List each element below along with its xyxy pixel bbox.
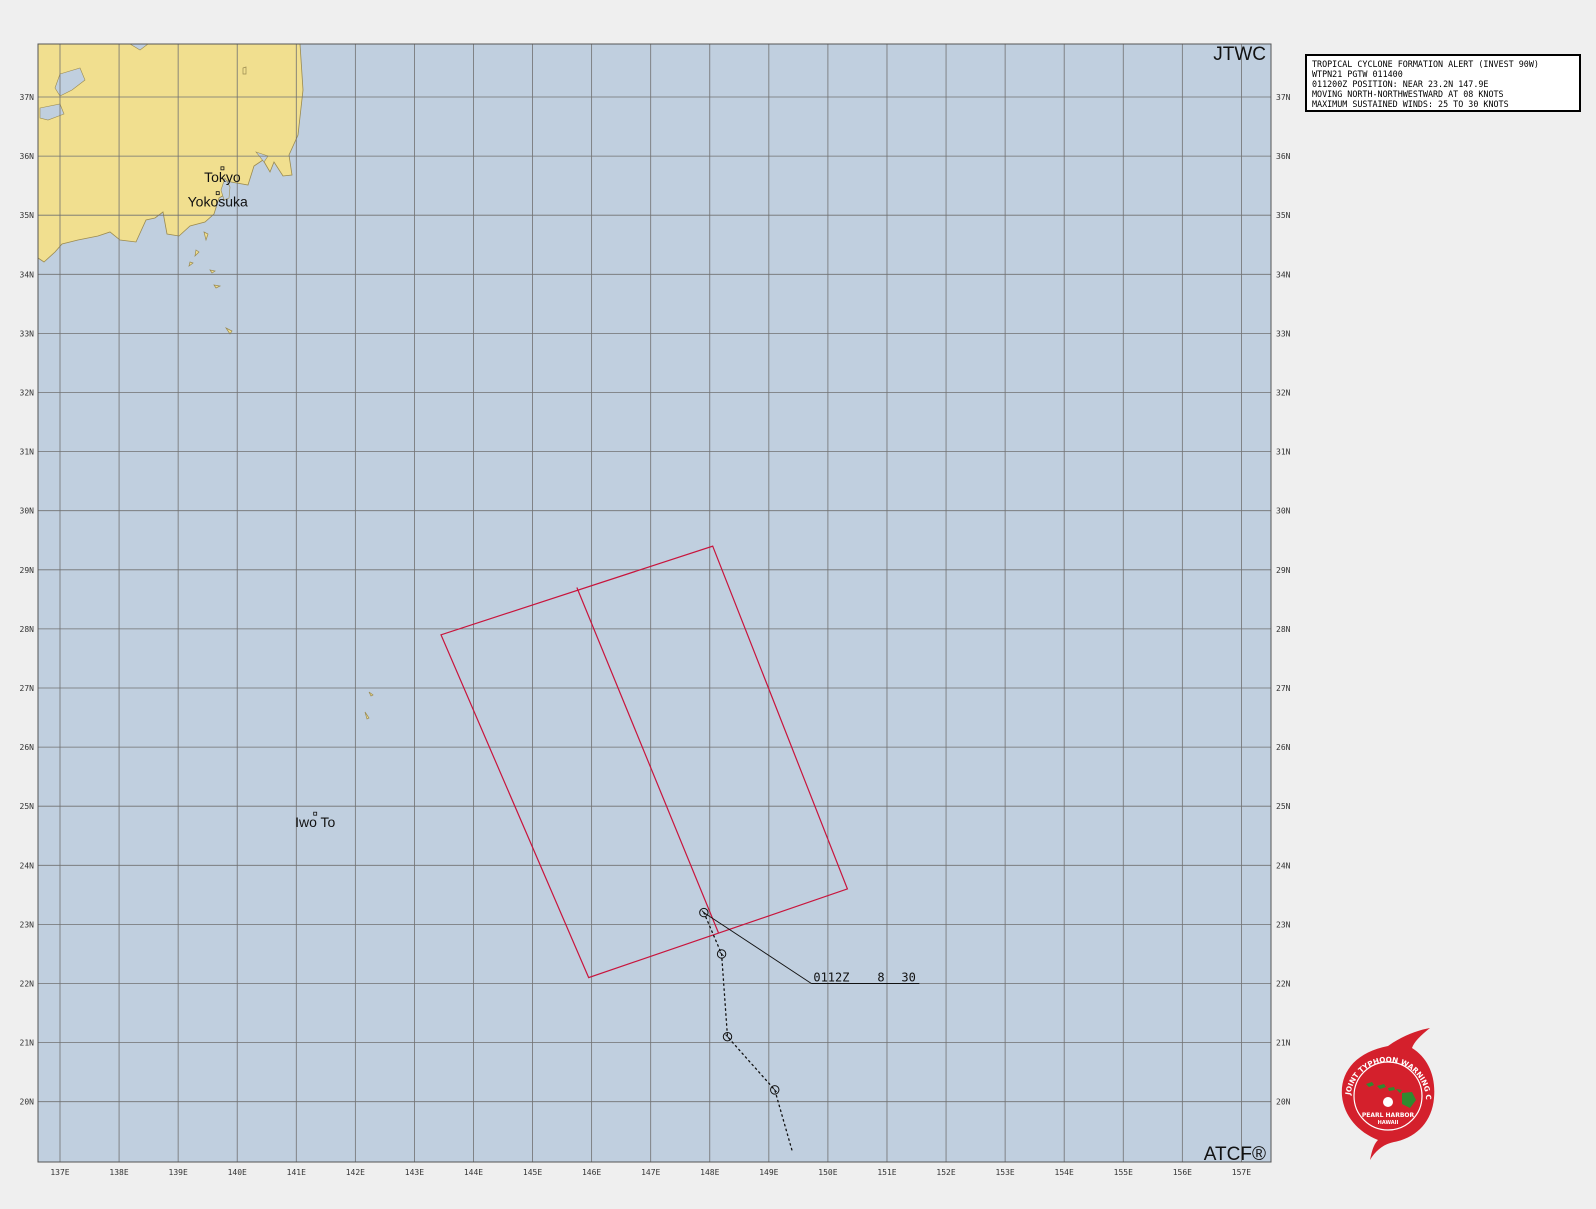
lat-label-left: 31N — [20, 448, 35, 457]
lon-label: 153E — [995, 1168, 1014, 1177]
lat-label-left: 21N — [20, 1039, 35, 1048]
lat-label-right: 28N — [1276, 625, 1291, 634]
lat-label-left: 30N — [20, 507, 35, 516]
lon-label: 137E — [50, 1168, 69, 1177]
lat-label-left: 24N — [20, 861, 35, 870]
lon-label: 151E — [877, 1168, 896, 1177]
alert-winds: MAXIMUM SUSTAINED WINDS: 25 TO 30 KNOTS — [1312, 99, 1509, 109]
fix-label: 0112Z — [813, 971, 849, 985]
alert-header: WTPN21 PGTW 011400 — [1312, 69, 1403, 79]
lat-label-right: 29N — [1276, 566, 1291, 575]
lon-label: 149E — [759, 1168, 778, 1177]
lon-label: 154E — [1055, 1168, 1074, 1177]
lat-label-left: 25N — [20, 802, 35, 811]
jtwc-brand: JTWC — [1213, 44, 1266, 65]
lon-label: 157E — [1232, 1168, 1251, 1177]
lat-label-right: 24N — [1276, 861, 1291, 870]
lat-label-right: 35N — [1276, 211, 1291, 220]
lon-label: 138E — [109, 1168, 128, 1177]
lon-label: 145E — [523, 1168, 542, 1177]
lat-label-left: 35N — [20, 211, 35, 220]
lon-label: 150E — [818, 1168, 837, 1177]
lat-label-right: 31N — [1276, 448, 1291, 457]
lat-label-right: 25N — [1276, 802, 1291, 811]
lon-label: 156E — [1173, 1168, 1192, 1177]
atcf-brand: ATCF® — [1204, 1144, 1266, 1165]
ocean — [38, 44, 1271, 1162]
place-label: Tokyo — [204, 169, 241, 185]
lat-label-left: 37N — [20, 93, 35, 102]
jtwc-logo: JOINT TYPHOON WARNING CENTER PEARL HARBO… — [1332, 1026, 1435, 1160]
lat-label-right: 36N — [1276, 152, 1291, 161]
fix-label: 30 — [901, 971, 915, 985]
lon-label: 144E — [464, 1168, 483, 1177]
lat-label-right: 33N — [1276, 329, 1291, 338]
place-label: Iwo To — [295, 814, 335, 830]
lat-label-right: 23N — [1276, 920, 1291, 929]
lon-label: 148E — [700, 1168, 719, 1177]
lat-label-left: 29N — [20, 566, 35, 575]
lat-label-left: 36N — [20, 152, 35, 161]
lat-label-right: 30N — [1276, 507, 1291, 516]
fix-label: 8 — [877, 971, 884, 985]
lon-label: 143E — [405, 1168, 424, 1177]
lon-label: 152E — [936, 1168, 955, 1177]
place-label: Yokosuka — [188, 194, 248, 210]
lat-label-left: 26N — [20, 743, 35, 752]
lat-label-right: 26N — [1276, 743, 1291, 752]
logo-hawaii: HAWAII — [1378, 1120, 1399, 1126]
lon-label: 139E — [169, 1168, 188, 1177]
logo-pearl-harbor: PEARL HARBOR — [1362, 1112, 1415, 1119]
lat-label-right: 22N — [1276, 980, 1291, 989]
lon-label: 140E — [228, 1168, 247, 1177]
lat-label-left: 20N — [20, 1098, 35, 1107]
lat-label-left: 23N — [20, 920, 35, 929]
lon-label: 155E — [1114, 1168, 1133, 1177]
lat-label-left: 32N — [20, 389, 35, 398]
longitude-labels: 137E 138E 139E 140E 141E 142E 143E 144E 145E 146E… — [50, 1168, 1251, 1177]
lat-label-right: 34N — [1276, 270, 1291, 279]
lat-label-right: 20N — [1276, 1098, 1291, 1107]
island — [242, 66, 247, 75]
lat-label-left: 22N — [20, 980, 35, 989]
lat-label-right: 32N — [1276, 389, 1291, 398]
lat-label-right: 37N — [1276, 93, 1291, 102]
lat-label-left: 33N — [20, 329, 35, 338]
alert-movement: MOVING NORTH-NORTHWESTWARD AT 08 KNOTS — [1312, 89, 1504, 99]
lon-label: 146E — [582, 1168, 601, 1177]
lon-label: 142E — [346, 1168, 365, 1177]
lat-label-left: 27N — [20, 684, 35, 693]
alert-title: TROPICAL CYCLONE FORMATION ALERT (INVEST… — [1312, 59, 1539, 69]
lat-label-left: 28N — [20, 625, 35, 634]
logo-center-dot — [1383, 1097, 1393, 1107]
lon-label: 147E — [641, 1168, 660, 1177]
lat-label-right: 21N — [1276, 1039, 1291, 1048]
alert-position: 011200Z POSITION: NEAR 23.2N 147.9E — [1312, 79, 1489, 89]
lat-label-right: 27N — [1276, 684, 1291, 693]
lat-label-left: 34N — [20, 270, 35, 279]
alert-info-box: TROPICAL CYCLONE FORMATION ALERT (INVEST… — [1305, 54, 1581, 112]
lon-label: 141E — [287, 1168, 306, 1177]
